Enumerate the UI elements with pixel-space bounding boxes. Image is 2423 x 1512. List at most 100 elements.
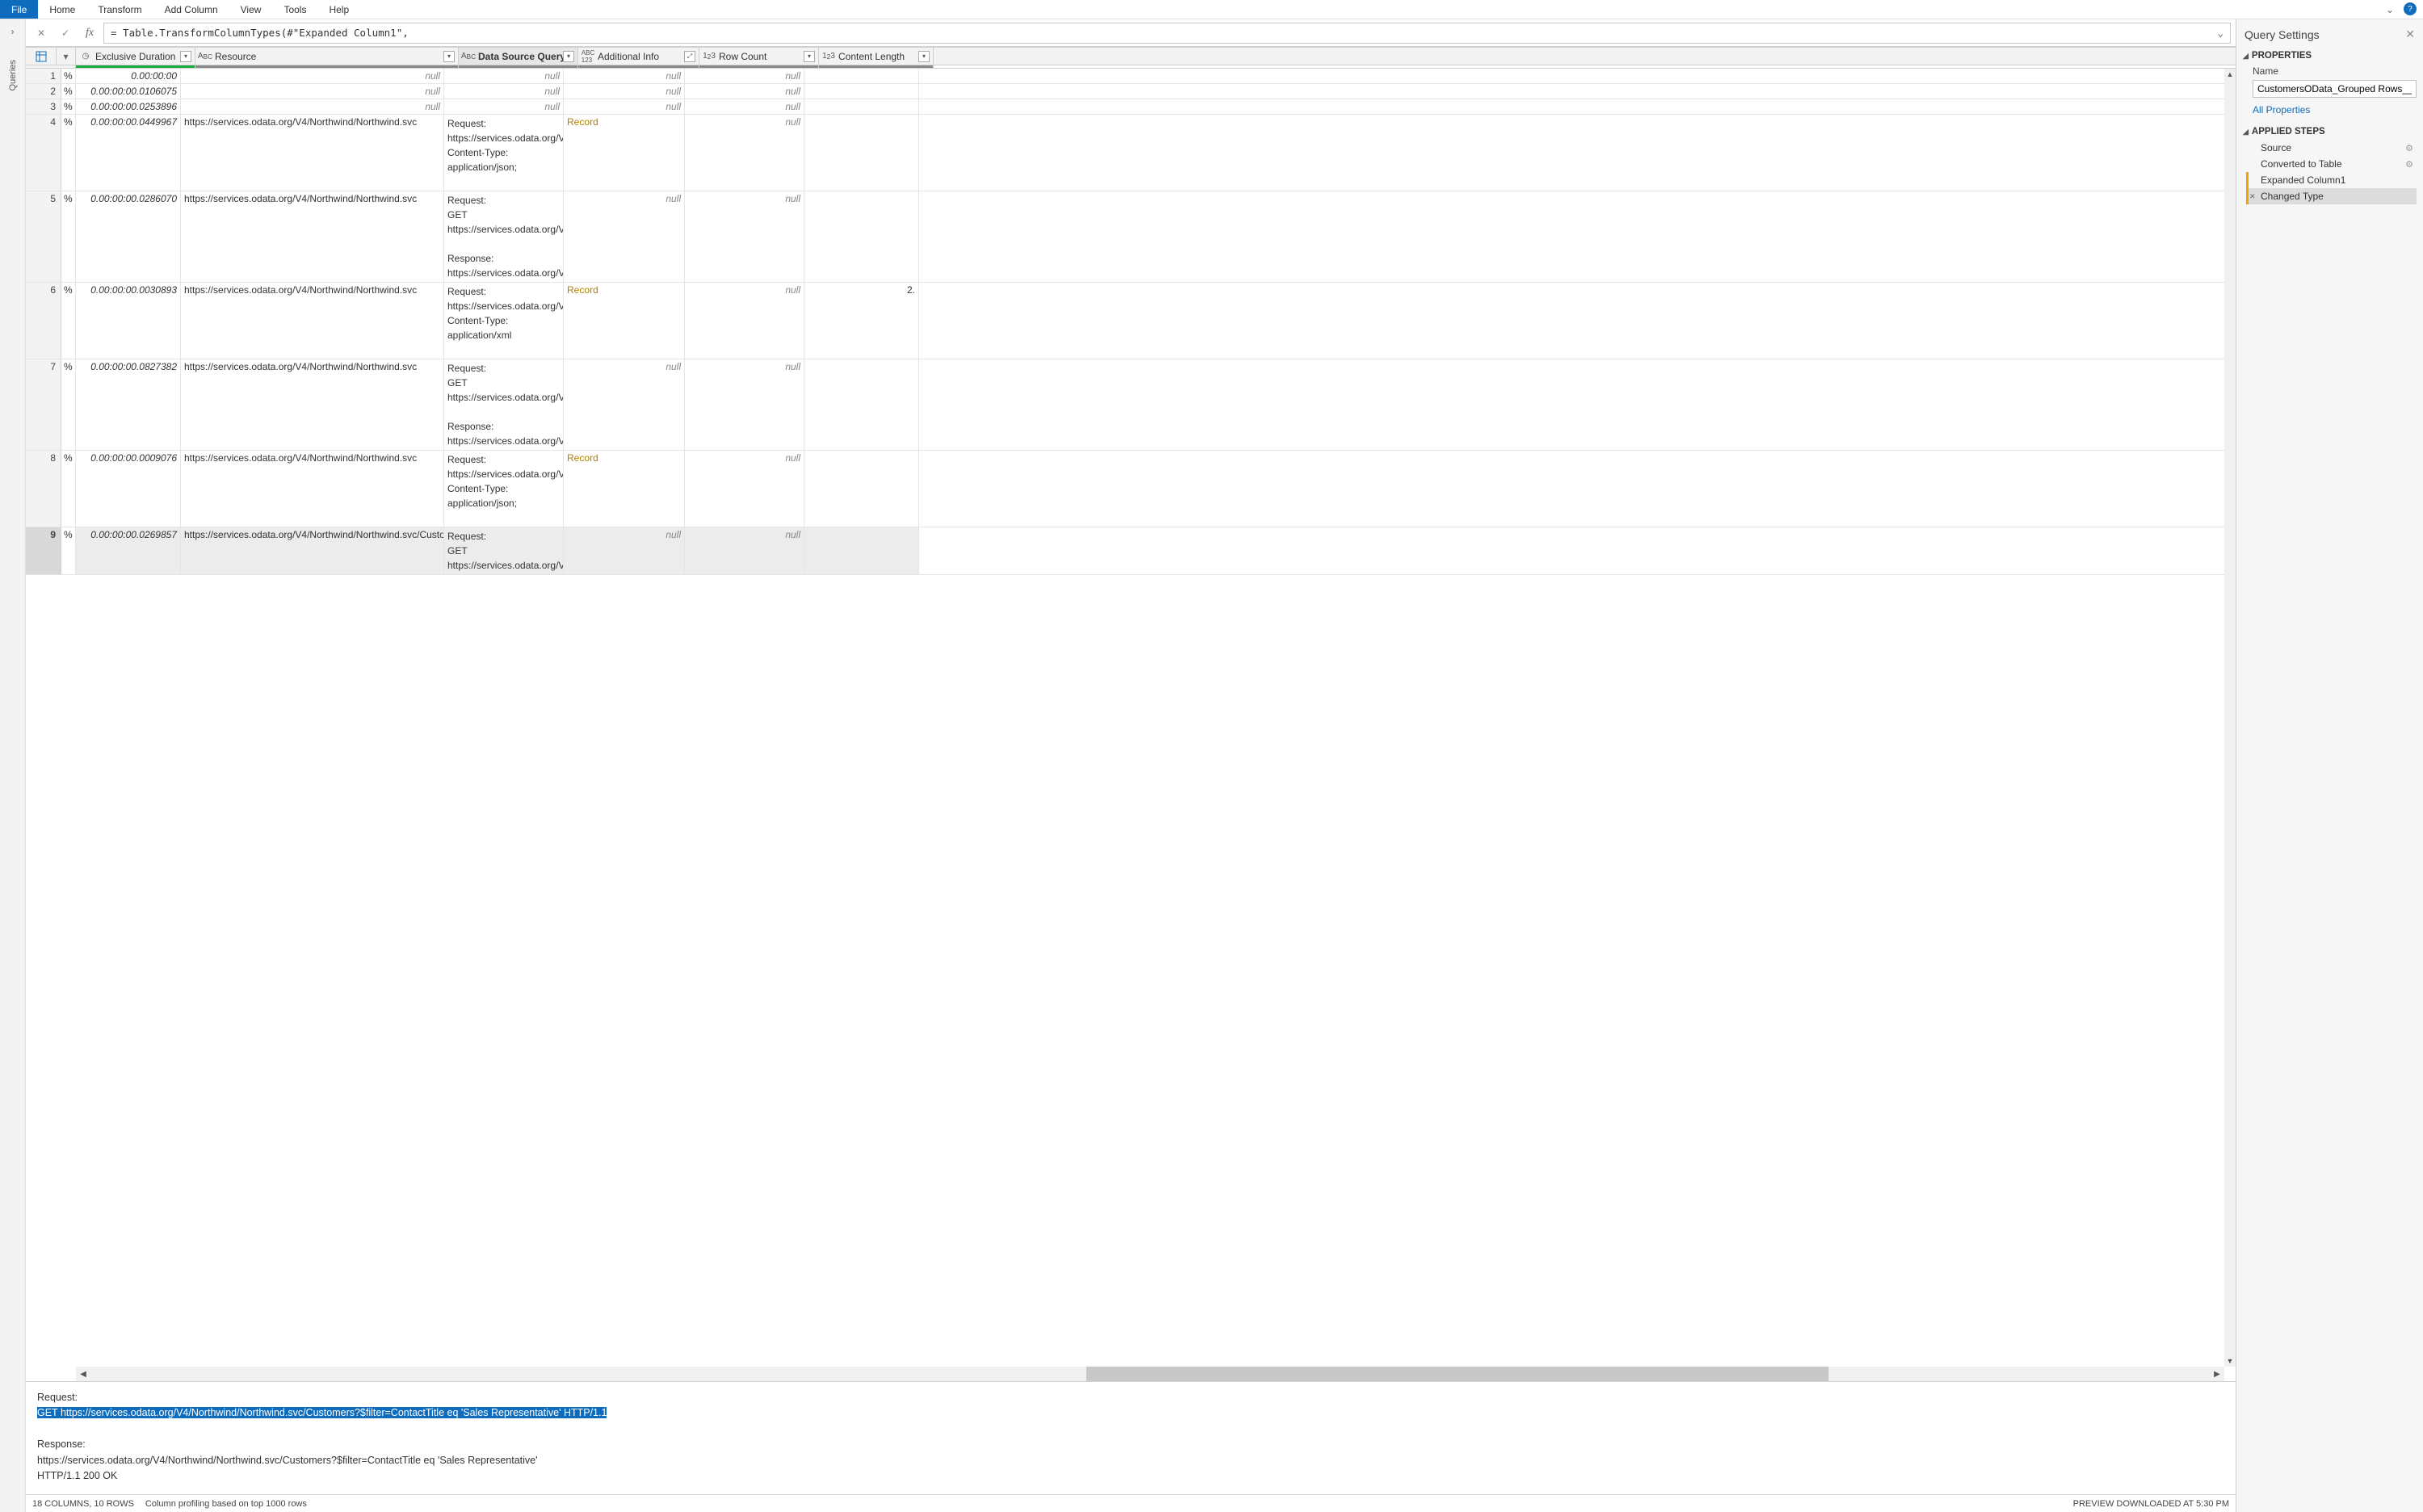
step-label: Expanded Column1 — [2261, 174, 2345, 186]
table-menu-icon[interactable]: ▾ — [57, 48, 75, 65]
formula-input[interactable]: = Table.TransformColumnTypes(#"Expanded … — [103, 23, 2231, 44]
row-number[interactable]: 3 — [26, 99, 61, 114]
cell-pct: % — [61, 84, 76, 99]
row-number[interactable]: 7 — [26, 359, 61, 450]
menu-addcolumn[interactable]: Add Column — [153, 0, 229, 19]
gear-icon[interactable]: ⚙ — [2405, 143, 2413, 153]
cell-additional: Record — [564, 451, 685, 527]
table-row[interactable]: 2%0.00:00:00.0106075nullnullnullnull — [26, 84, 2224, 99]
menu-home[interactable]: Home — [38, 0, 86, 19]
ribbon-collapse-icon[interactable]: ⌄ — [2379, 0, 2400, 19]
cell-contentlen — [804, 84, 919, 99]
query-settings-pane: Query Settings ✕ ◢PROPERTIES Name All Pr… — [2236, 19, 2423, 1512]
detail-response-url: https://services.odata.org/V4/Northwind/… — [37, 1453, 2224, 1468]
cell-contentlen — [804, 359, 919, 450]
filter-icon[interactable]: ▾ — [443, 51, 455, 62]
table-row[interactable]: 4%0.00:00:00.0449967https://services.oda… — [26, 115, 2224, 191]
type-icon[interactable]: ◷ — [79, 52, 92, 61]
cell-pct: % — [61, 527, 76, 574]
cell-dsq: Request: GET https://services.odata.org/… — [444, 191, 564, 282]
table-row[interactable]: 5%0.00:00:00.0286070https://services.oda… — [26, 191, 2224, 283]
column-label: Additional Info — [598, 51, 684, 62]
column-header-2[interactable]: ABCData Source Query▾ — [459, 48, 578, 65]
applied-step[interactable]: Expanded Column1 — [2246, 172, 2417, 188]
menu-transform[interactable]: Transform — [86, 0, 153, 19]
step-label: Changed Type — [2261, 191, 2324, 202]
row-number[interactable]: 6 — [26, 283, 61, 359]
queries-label[interactable]: Queries — [8, 60, 18, 91]
query-settings-close-icon[interactable]: ✕ — [2405, 27, 2415, 41]
filter-icon[interactable]: ▾ — [918, 51, 930, 62]
formula-commit-icon[interactable]: ✓ — [55, 23, 76, 44]
cell-resource: https://services.odata.org/V4/Northwind/… — [181, 115, 444, 191]
filter-icon[interactable]: ▾ — [180, 51, 191, 62]
cell-rowcount: null — [685, 359, 804, 450]
column-header-4[interactable]: 123Row Count▾ — [699, 48, 819, 65]
horizontal-scrollbar[interactable]: ◀ ▶ — [76, 1367, 2224, 1381]
cell-contentlen — [804, 69, 919, 83]
cell-contentlen: 2. — [804, 283, 919, 359]
cell-resource: null — [181, 84, 444, 99]
filter-icon[interactable]: ▾ — [804, 51, 815, 62]
properties-section-header[interactable]: ◢PROPERTIES — [2243, 48, 2417, 64]
cell-resource: https://services.odata.org/V4/Northwind/… — [181, 359, 444, 450]
row-number[interactable]: 4 — [26, 115, 61, 191]
column-header-0[interactable]: ◷Exclusive Duration▾ — [76, 48, 195, 65]
vertical-scrollbar[interactable]: ▲ ▼ — [2224, 69, 2236, 1367]
column-header-3[interactable]: ABC123 Additional Info⤢ — [578, 48, 699, 65]
table-row[interactable]: 1%0.00:00:00nullnullnullnull — [26, 69, 2224, 84]
help-icon[interactable]: ? — [2404, 2, 2417, 15]
scroll-right-icon[interactable]: ▶ — [2210, 1367, 2224, 1381]
cell-detail-pane: Request: GET https://services.odata.org/… — [26, 1381, 2236, 1494]
row-number[interactable]: 9 — [26, 527, 61, 574]
cell-duration: 0.00:00:00.0106075 — [76, 84, 181, 99]
cell-additional: null — [564, 99, 685, 114]
filter-icon[interactable]: ▾ — [563, 51, 574, 62]
applied-steps-header[interactable]: ◢APPLIED STEPS — [2243, 124, 2417, 140]
table-row[interactable]: 9%0.00:00:00.0269857https://services.oda… — [26, 527, 2224, 575]
table-row[interactable]: 6%0.00:00:00.0030893https://services.oda… — [26, 283, 2224, 359]
type-icon[interactable]: ABC123 — [582, 49, 594, 64]
gear-icon[interactable]: ⚙ — [2405, 159, 2413, 170]
cell-dsq: Request: https://services.odata.org/V4/N… — [444, 451, 564, 527]
table-icon[interactable] — [26, 48, 57, 65]
step-label: Source — [2261, 142, 2291, 153]
scroll-left-icon[interactable]: ◀ — [76, 1367, 90, 1381]
expand-icon[interactable]: ⤢ — [684, 51, 695, 62]
cell-contentlen — [804, 451, 919, 527]
formula-fx-icon[interactable]: fx — [79, 23, 100, 44]
cell-dsq: Request: https://services.odata.org/V4/N… — [444, 115, 564, 191]
detail-request-line[interactable]: GET https://services.odata.org/V4/Northw… — [37, 1407, 607, 1418]
applied-step[interactable]: Changed Type — [2246, 188, 2417, 204]
cell-rowcount: null — [685, 191, 804, 282]
type-icon[interactable]: ABC — [462, 52, 475, 61]
scroll-down-icon[interactable]: ▼ — [2224, 1355, 2236, 1367]
column-header-1[interactable]: ABCResource▾ — [195, 48, 459, 65]
row-number[interactable]: 1 — [26, 69, 61, 83]
menu-file[interactable]: File — [0, 0, 38, 19]
type-icon[interactable]: 123 — [703, 52, 716, 61]
all-properties-link[interactable]: All Properties — [2243, 103, 2417, 124]
data-grid: ▾◷Exclusive Duration▾ABCResource▾ABCData… — [26, 47, 2236, 1381]
formula-expand-icon[interactable]: ⌄ — [2217, 27, 2224, 39]
applied-step[interactable]: Source ⚙ — [2246, 140, 2417, 156]
table-row[interactable]: 7%0.00:00:00.0827382https://services.oda… — [26, 359, 2224, 451]
formula-cancel-icon[interactable]: ✕ — [31, 23, 52, 44]
row-number[interactable]: 5 — [26, 191, 61, 282]
row-number[interactable]: 8 — [26, 451, 61, 527]
detail-response-status: HTTP/1.1 200 OK — [37, 1468, 2224, 1484]
table-row[interactable]: 3%0.00:00:00.0253896nullnullnullnull — [26, 99, 2224, 115]
type-icon[interactable]: ABC — [199, 52, 212, 61]
table-row[interactable]: 8%0.00:00:00.0009076https://services.oda… — [26, 451, 2224, 527]
row-number[interactable]: 2 — [26, 84, 61, 99]
queries-expand-icon[interactable]: › — [11, 19, 15, 44]
menu-help[interactable]: Help — [317, 0, 360, 19]
column-header-5[interactable]: 123Content Length▾ — [819, 48, 934, 65]
query-name-input[interactable] — [2253, 80, 2417, 98]
menu-view[interactable]: View — [229, 0, 273, 19]
menu-tools[interactable]: Tools — [272, 0, 317, 19]
applied-step[interactable]: Converted to Table⚙ — [2246, 156, 2417, 172]
type-icon[interactable]: 123 — [822, 52, 835, 61]
status-profiling[interactable]: Column profiling based on top 1000 rows — [145, 1499, 307, 1509]
scroll-up-icon[interactable]: ▲ — [2224, 69, 2236, 80]
